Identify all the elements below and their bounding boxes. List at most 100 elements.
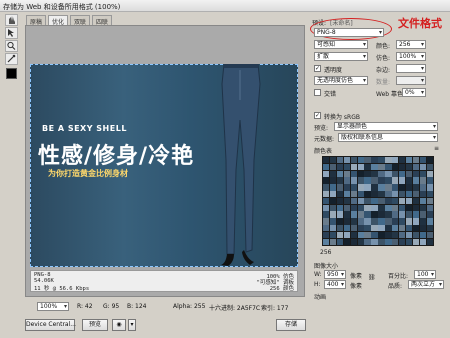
color-swatch[interactable] <box>343 191 351 198</box>
color-swatch[interactable] <box>364 177 371 184</box>
color-swatch[interactable] <box>426 231 433 239</box>
color-swatch[interactable] <box>364 191 371 198</box>
color-swatch[interactable] <box>357 184 364 191</box>
color-swatch[interactable] <box>323 163 330 171</box>
color-swatch[interactable] <box>343 218 351 225</box>
color-swatch[interactable] <box>329 231 337 239</box>
color-swatch[interactable] <box>426 218 433 225</box>
color-swatch[interactable] <box>412 211 420 218</box>
color-swatch[interactable] <box>371 197 378 205</box>
color-swatch[interactable] <box>419 238 427 245</box>
slice-select-tool-icon[interactable] <box>5 27 18 39</box>
browser-icon[interactable]: ◉ <box>112 319 126 331</box>
color-swatch[interactable] <box>392 170 399 177</box>
color-swatch[interactable] <box>412 238 420 245</box>
color-swatch[interactable] <box>398 177 406 184</box>
color-swatch[interactable] <box>371 225 378 232</box>
color-swatch[interactable] <box>336 157 344 164</box>
color-table-menu-icon[interactable]: ≡ <box>434 145 439 152</box>
color-swatch[interactable] <box>385 231 392 239</box>
constrain-proportions-link-icon[interactable]: ⛓ <box>368 274 376 281</box>
color-swatch[interactable] <box>385 184 392 191</box>
color-swatch[interactable] <box>398 184 406 191</box>
color-swatch[interactable] <box>385 218 392 225</box>
color-swatch[interactable] <box>412 218 420 225</box>
color-swatch[interactable] <box>426 211 433 218</box>
color-swatch[interactable] <box>350 191 358 198</box>
color-swatch[interactable] <box>329 225 337 232</box>
color-swatch[interactable] <box>323 197 330 205</box>
color-swatch[interactable] <box>405 204 413 211</box>
metadata-dropdown[interactable]: 版权和联系信息 <box>338 133 438 142</box>
color-swatch[interactable] <box>323 211 330 218</box>
color-swatch[interactable] <box>357 231 364 239</box>
color-swatch[interactable] <box>405 170 413 177</box>
color-swatch[interactable] <box>405 163 413 171</box>
color-swatch[interactable] <box>336 211 344 218</box>
color-swatch[interactable] <box>385 225 392 232</box>
color-swatch[interactable] <box>336 191 344 198</box>
file-format-dropdown[interactable]: PNG-8 <box>314 28 384 37</box>
percent-input[interactable]: 100 <box>414 270 436 279</box>
transparency-checkbox[interactable]: ✓ <box>314 65 321 72</box>
color-swatch[interactable] <box>405 177 413 184</box>
color-swatch[interactable] <box>412 231 420 239</box>
color-swatch[interactable] <box>426 225 433 232</box>
color-swatch[interactable] <box>378 204 385 211</box>
color-swatch[interactable] <box>378 211 385 218</box>
color-swatch[interactable] <box>392 204 399 211</box>
color-swatch[interactable] <box>398 225 406 232</box>
color-swatch[interactable] <box>412 163 420 171</box>
color-swatch[interactable] <box>405 197 413 205</box>
color-swatch[interactable] <box>350 177 358 184</box>
color-swatch[interactable] <box>371 218 378 225</box>
color-swatch[interactable] <box>385 163 392 171</box>
color-swatch[interactable] <box>378 238 385 245</box>
width-input[interactable]: 950 <box>324 270 346 279</box>
color-swatch[interactable] <box>336 177 344 184</box>
color-swatch[interactable] <box>364 204 371 211</box>
color-swatch[interactable] <box>419 231 427 239</box>
color-swatch[interactable] <box>329 218 337 225</box>
color-swatch[interactable] <box>336 204 344 211</box>
color-swatch[interactable] <box>357 225 364 232</box>
color-swatch[interactable] <box>323 184 330 191</box>
web-snap-input[interactable]: 0% <box>402 88 426 97</box>
color-swatch[interactable] <box>385 197 392 205</box>
color-swatch[interactable] <box>357 218 364 225</box>
color-swatch[interactable] <box>419 218 427 225</box>
color-swatch[interactable] <box>329 177 337 184</box>
color-swatch[interactable] <box>329 157 337 164</box>
height-input[interactable]: 400 <box>324 280 346 289</box>
colors-dropdown[interactable]: 256 <box>396 40 426 49</box>
optimized-image-preview[interactable]: BE A SEXY SHELL 性感/修身/冷艳 为你打造黄金比例身材 <box>30 64 298 267</box>
tab-optimized[interactable]: 优化 <box>48 15 69 26</box>
preview-canvas[interactable]: BE A SEXY SHELL 性感/修身/冷艳 为你打造黄金比例身材 PNG-… <box>25 25 305 297</box>
color-swatch[interactable] <box>323 231 330 239</box>
device-central-button[interactable]: Device Central... <box>25 319 76 331</box>
color-swatch[interactable] <box>398 191 406 198</box>
color-swatch[interactable] <box>426 170 433 177</box>
color-swatch[interactable] <box>378 163 385 171</box>
color-swatch[interactable] <box>364 163 371 171</box>
color-swatch[interactable] <box>329 238 337 245</box>
color-swatch[interactable] <box>398 197 406 205</box>
color-swatch[interactable] <box>405 211 413 218</box>
convert-srgb-checkbox[interactable]: ✓ <box>314 112 321 119</box>
color-swatch[interactable] <box>426 184 433 191</box>
color-swatch[interactable] <box>371 163 378 171</box>
color-swatch[interactable] <box>371 184 378 191</box>
color-swatch[interactable] <box>405 225 413 232</box>
color-swatch[interactable] <box>357 163 364 171</box>
color-swatch[interactable] <box>336 218 344 225</box>
color-swatch[interactable] <box>405 238 413 245</box>
color-swatch[interactable] <box>336 163 344 171</box>
color-swatch[interactable] <box>357 211 364 218</box>
eyedropper-tool-icon[interactable] <box>5 53 18 65</box>
color-swatch[interactable] <box>419 177 427 184</box>
color-swatch[interactable] <box>371 170 378 177</box>
color-swatch[interactable] <box>323 177 330 184</box>
color-swatch[interactable] <box>398 204 406 211</box>
color-swatch[interactable] <box>405 231 413 239</box>
color-swatch[interactable] <box>371 157 378 164</box>
